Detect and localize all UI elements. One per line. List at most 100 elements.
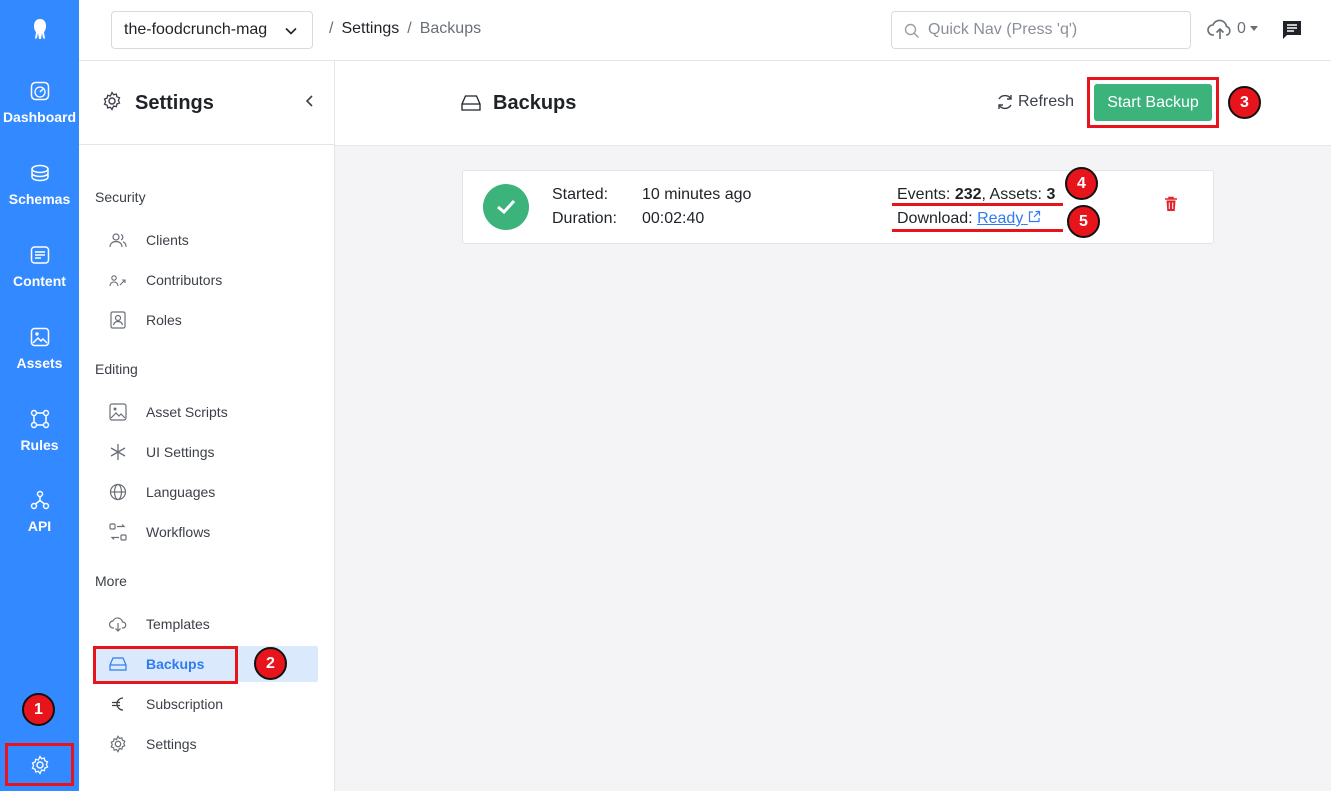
gear-icon <box>31 754 48 775</box>
sidebar-item-workflows[interactable]: Workflows <box>109 514 318 550</box>
refresh-button[interactable]: Refresh <box>996 93 1074 111</box>
rail-label: Content <box>13 273 66 289</box>
workflow-icon <box>109 523 127 541</box>
gear-icon <box>109 735 127 753</box>
chevron-left-icon[interactable] <box>304 94 316 108</box>
sidebar-item-label: Languages <box>146 484 216 500</box>
sidebar-item-label: Templates <box>146 616 210 632</box>
rail-label: API <box>27 518 52 534</box>
rail-item-schemas[interactable]: Schemas <box>0 148 79 222</box>
globe-icon <box>109 483 127 501</box>
app-name: the-foodcrunch-mag <box>124 21 268 38</box>
start-backup-button[interactable]: Start Backup <box>1094 84 1212 121</box>
started-label: Started: <box>552 186 609 203</box>
breadcrumb: / Settings / Backups <box>329 20 481 38</box>
breadcrumb-settings[interactable]: Settings <box>341 20 399 38</box>
annotation-badge-5: 5 <box>1067 205 1100 238</box>
chat-icon[interactable] <box>1282 20 1302 45</box>
download-label: Download: <box>897 210 973 227</box>
assets-icon <box>30 327 49 347</box>
events-assets: Events: 232, Assets: 3 <box>897 186 1056 203</box>
sidebar-item-contributors[interactable]: Contributors <box>109 262 318 298</box>
duration-value: 00:02:40 <box>642 210 705 227</box>
sidebar-header: Settings <box>79 61 334 145</box>
status-success-icon <box>483 184 529 230</box>
rail-label: Schemas <box>8 191 71 207</box>
sidebar-item-label: Workflows <box>146 524 211 540</box>
squidex-logo-icon[interactable] <box>0 0 79 60</box>
users-icon <box>109 231 127 249</box>
sidebar-item-settings[interactable]: Settings <box>109 726 318 762</box>
refresh-label: Refresh <box>1018 93 1075 110</box>
assets-count: 3 <box>1046 186 1056 203</box>
events-label: Events: <box>897 186 951 203</box>
chevron-down-icon <box>285 27 297 35</box>
rail-item-api[interactable]: API <box>0 475 79 549</box>
caret-down-icon <box>1249 26 1258 31</box>
trash-icon[interactable] <box>1164 196 1178 212</box>
sidebar-item-label: Clients <box>146 232 189 248</box>
cloud-download-icon <box>109 615 127 633</box>
sidebar-item-label: Contributors <box>146 272 223 288</box>
annotation-badge-3: 3 <box>1228 86 1261 119</box>
upload-count: 0 <box>1237 20 1246 37</box>
events-count: 232 <box>954 186 982 203</box>
dashboard-icon <box>30 81 49 101</box>
highlight-underline <box>892 229 1063 232</box>
sidebar-item-roles[interactable]: Roles <box>109 302 318 338</box>
schemas-icon <box>30 164 49 182</box>
sidebar-item-label: Subscription <box>146 696 224 712</box>
rail-item-dashboard[interactable]: Dashboard <box>0 66 79 140</box>
sidebar-item-label: Asset Scripts <box>146 404 228 420</box>
app-selector[interactable]: the-foodcrunch-mag <box>111 11 313 49</box>
sidebar-item-templates[interactable]: Templates <box>109 606 318 642</box>
quick-nav-input[interactable]: Quick Nav (Press 'q') <box>891 11 1191 49</box>
cloud-upload-icon <box>1207 19 1231 39</box>
external-link-icon <box>1028 210 1040 223</box>
hard-drive-icon <box>461 95 481 111</box>
sidebar-item-label: UI Settings <box>146 444 215 460</box>
breadcrumb-separator: / <box>407 20 412 37</box>
app-rail: Dashboard Schemas Content Assets Rules A… <box>0 0 79 791</box>
rail-item-content[interactable]: Content <box>0 230 79 304</box>
group-label-security: Security <box>95 189 146 205</box>
sidebar-item-ui-settings[interactable]: UI Settings <box>109 434 318 470</box>
content-icon <box>30 246 49 264</box>
rail-item-assets[interactable]: Assets <box>0 312 79 386</box>
search-icon <box>904 23 919 38</box>
euro-icon <box>109 695 127 713</box>
rules-icon <box>30 409 49 429</box>
api-icon <box>30 490 49 510</box>
rail-label: Rules <box>20 437 59 453</box>
page-title: Backups <box>493 92 577 114</box>
highlight-underline <box>892 203 1063 206</box>
rail-label: Assets <box>16 355 63 371</box>
download-link[interactable]: Ready <box>977 210 1041 227</box>
download-row: Download: Ready <box>897 210 1041 228</box>
download-link-text: Ready <box>977 210 1024 227</box>
rail-label: Dashboard <box>2 109 77 125</box>
group-label-more: More <box>95 573 127 589</box>
backup-card: Started: 10 minutes ago Duration: 00:02:… <box>462 170 1214 244</box>
sidebar-item-label: Roles <box>146 312 182 328</box>
gear-icon <box>103 91 121 111</box>
sidebar-item-asset-scripts[interactable]: Asset Scripts <box>109 394 318 430</box>
sidebar-item-subscription[interactable]: Subscription <box>109 686 318 722</box>
highlight-box <box>93 646 238 684</box>
sidebar-item-label: Settings <box>146 736 197 752</box>
rail-item-rules[interactable]: Rules <box>0 394 79 468</box>
annotation-badge-2: 2 <box>254 647 287 680</box>
duration-label: Duration: <box>552 210 617 227</box>
sidebar-title: Settings <box>135 92 214 114</box>
started-value: 10 minutes ago <box>642 186 752 203</box>
highlight-box: Start Backup <box>1087 77 1219 128</box>
sidebar-item-languages[interactable]: Languages <box>109 474 318 510</box>
annotation-badge-1: 1 <box>22 693 55 726</box>
sidebar-item-clients[interactable]: Clients <box>109 222 318 258</box>
rail-settings-button[interactable] <box>5 743 74 786</box>
top-bar: the-foodcrunch-mag / Settings / Backups … <box>79 0 1331 61</box>
id-badge-icon <box>109 311 127 329</box>
annotation-badge-4: 4 <box>1065 167 1098 200</box>
uploads-button[interactable]: 0 <box>1207 18 1258 40</box>
breadcrumb-separator: / <box>329 20 334 37</box>
